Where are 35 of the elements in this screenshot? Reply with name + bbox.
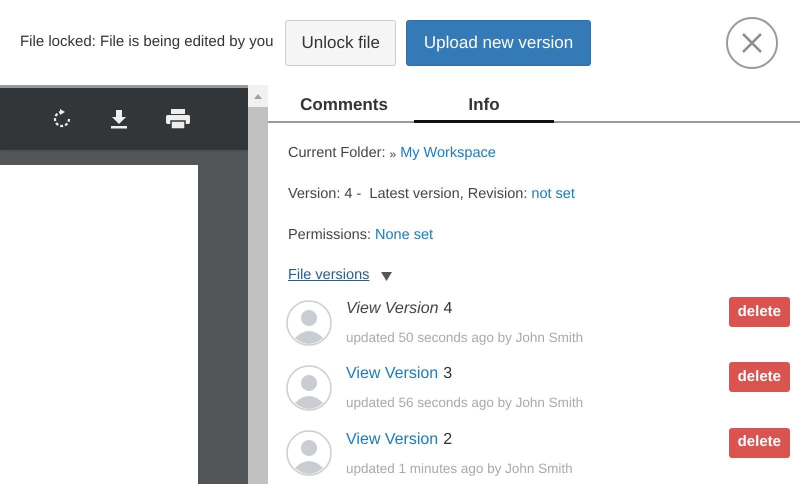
- version-meta: updated 1 minutes ago by John Smith: [346, 460, 574, 478]
- breadcrumb-separator: »: [390, 146, 396, 163]
- permissions-label: Permissions:: [288, 226, 371, 244]
- download-icon[interactable]: [110, 109, 128, 129]
- tab[interactable]: Comments: [274, 89, 414, 123]
- caret-icon[interactable]: [381, 272, 392, 281]
- folder-link[interactable]: My Workspace: [400, 143, 496, 165]
- avatar-icon: [286, 364, 332, 411]
- version-number: 3: [443, 364, 452, 384]
- version-number: 4: [444, 299, 452, 319]
- folder-label: Current Folder:: [288, 144, 386, 163]
- avatar-icon: [286, 430, 332, 476]
- version-meta: updated 56 seconds ago by John Smith: [346, 394, 584, 412]
- version-label: Version: 4 - Latest version, Revision:: [288, 184, 528, 204]
- rotate-icon[interactable]: [52, 109, 72, 129]
- scrollbar[interactable]: [248, 85, 268, 484]
- tab[interactable]: Info: [414, 89, 554, 123]
- avatar-icon: [286, 300, 332, 346]
- upload-button[interactable]: Upload new version: [406, 20, 592, 66]
- file-versions-link[interactable]: File versions: [288, 265, 370, 287]
- delete-button[interactable]: delete: [728, 297, 790, 327]
- revision-link[interactable]: not set: [531, 184, 575, 206]
- view-version-link[interactable]: View Version: [346, 428, 438, 452]
- view-version-link[interactable]: View Version: [346, 362, 438, 386]
- delete-button[interactable]: delete: [728, 428, 790, 458]
- version-meta: updated 50 seconds ago by John Smith: [346, 329, 584, 347]
- delete-button[interactable]: delete: [728, 362, 790, 392]
- lock-message: File locked: File is being edited by you: [20, 32, 274, 52]
- version-number: 2: [443, 430, 452, 450]
- permissions-link[interactable]: None set: [375, 224, 434, 246]
- current-version-text: View Version: [346, 299, 438, 319]
- close-icon: [740, 30, 764, 54]
- unlock-button[interactable]: Unlock file: [285, 20, 396, 66]
- close-button[interactable]: [726, 16, 778, 68]
- print-icon[interactable]: [166, 109, 190, 129]
